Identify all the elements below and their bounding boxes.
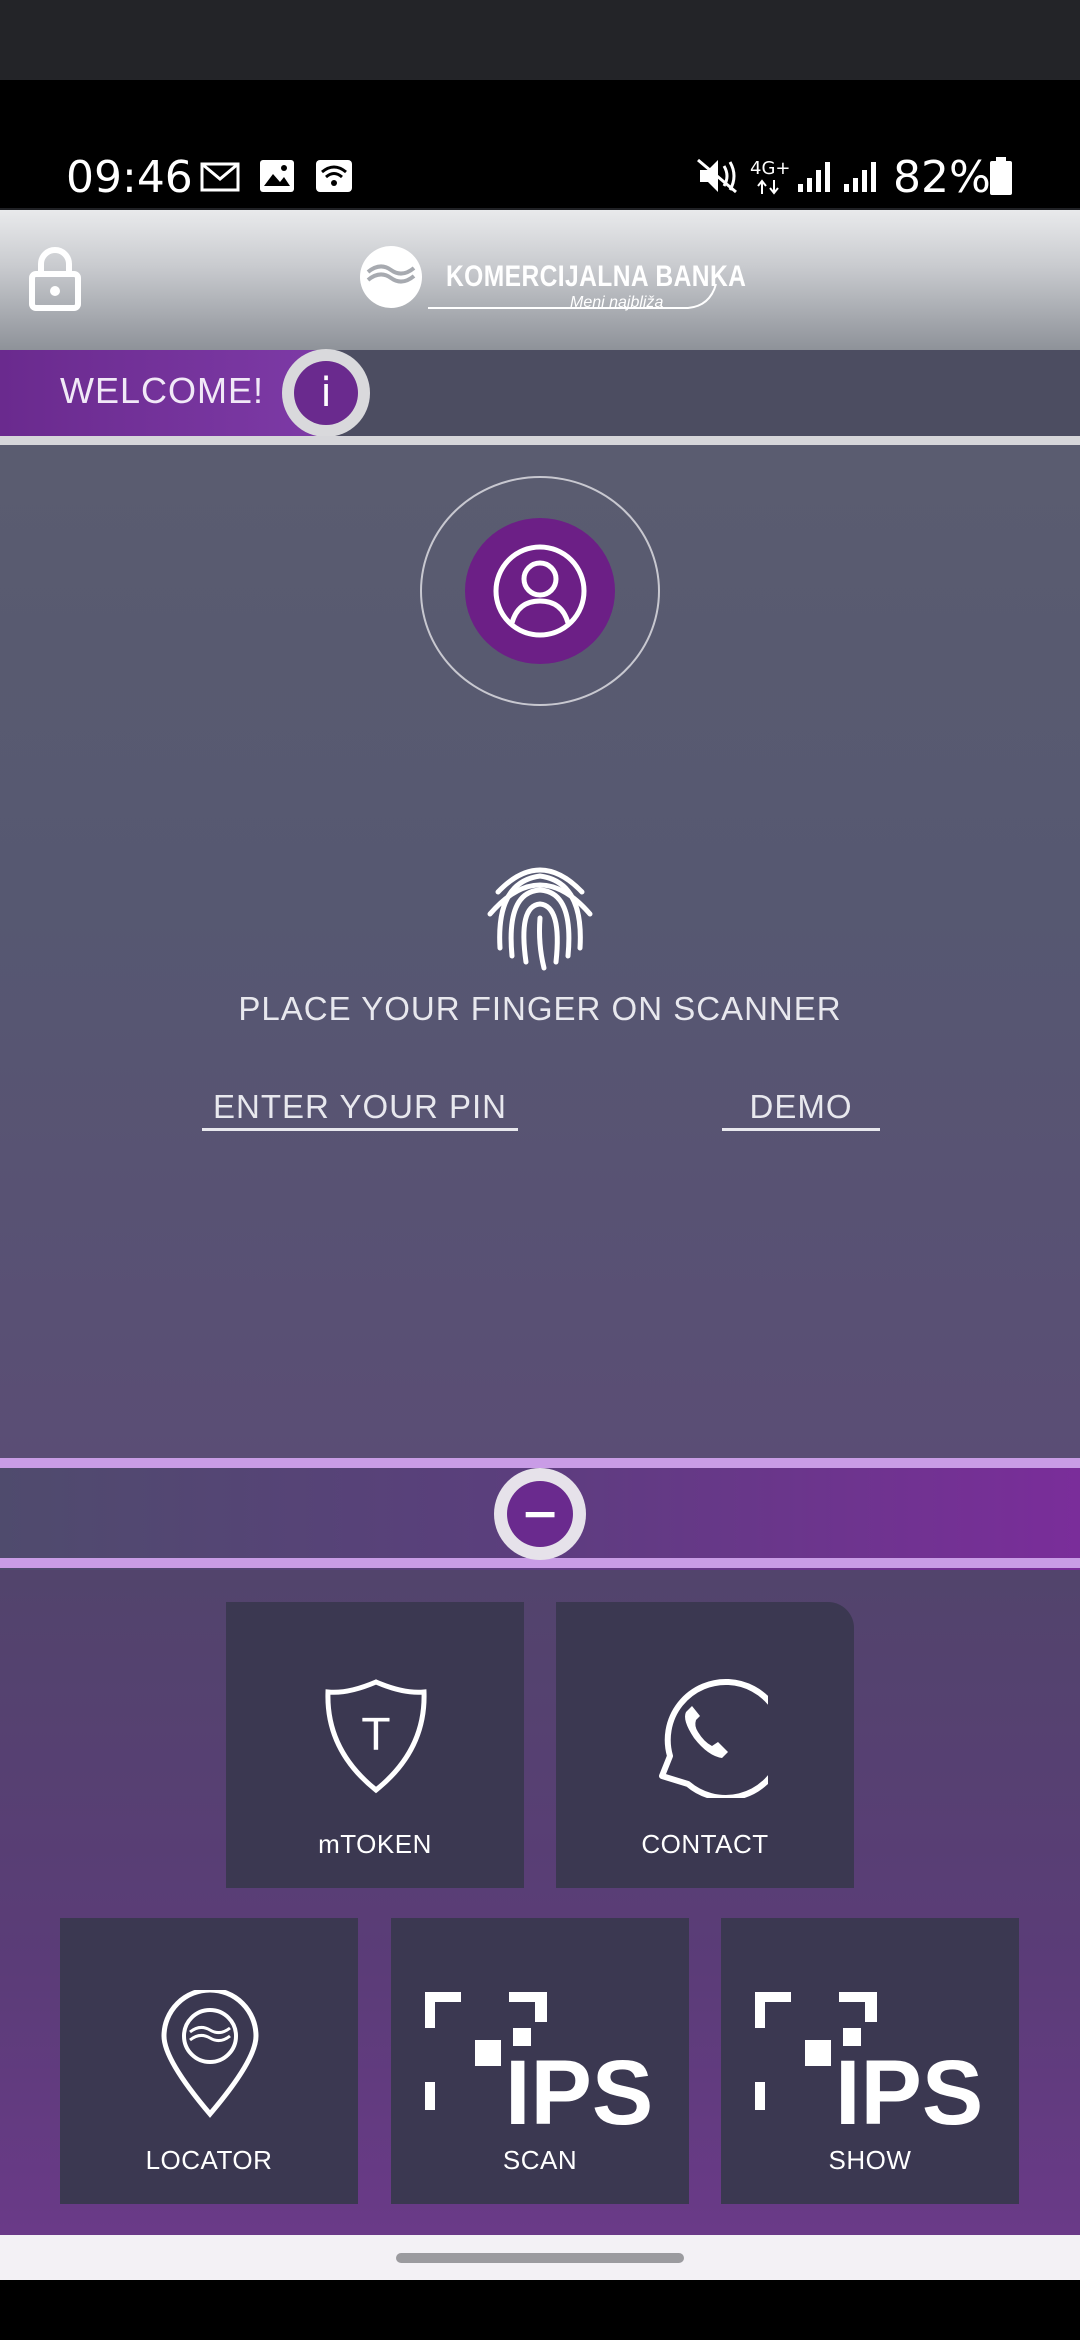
top-letterbox [0, 0, 1080, 80]
home-gesture-handle[interactable] [396, 2253, 684, 2263]
location-pin-icon [161, 1990, 259, 2118]
tile-label: SHOW [828, 2145, 912, 2175]
info-icon[interactable]: i [294, 361, 358, 425]
battery-percent: 82% [893, 152, 991, 203]
ips-glyph: IPS [835, 2042, 983, 2132]
wifi-calling-icon [316, 160, 352, 192]
data-arrows-icon [757, 179, 779, 195]
battery-icon [990, 157, 1012, 195]
tile-label: SCAN [502, 2145, 578, 2175]
tile-contact[interactable]: CONTACT [556, 1602, 854, 1888]
signal-icon-2 [844, 162, 876, 192]
mute-icon [697, 158, 737, 194]
mail-icon [200, 162, 240, 192]
shield-token-icon: T [325, 1679, 427, 1794]
tile-ips-show[interactable]: IPS SHOW [721, 1918, 1019, 2204]
band-top-line [0, 1458, 1080, 1468]
demo-link[interactable]: DEMO [722, 1088, 880, 1131]
minus-icon[interactable]: − [507, 1481, 573, 1547]
welcome-text: WELCOME! [60, 370, 265, 411]
welcome-divider [0, 436, 1080, 445]
tile-ips-scan[interactable]: IPS SCAN [391, 1918, 689, 2204]
image-icon [260, 160, 294, 192]
tile-label: CONTACT [641, 1829, 769, 1859]
ips-show-icon: IPS [755, 1992, 983, 2132]
lock-icon[interactable] [28, 246, 82, 312]
bank-logo-icon [360, 246, 422, 308]
signal-icon [798, 162, 830, 192]
token-glyph: T [362, 1710, 390, 1761]
enter-pin-link[interactable]: ENTER YOUR PIN [202, 1088, 518, 1131]
user-profile-icon [493, 544, 587, 638]
phone-icon [659, 1678, 768, 1798]
bottom-letterbox [0, 2280, 1080, 2340]
ips-glyph: IPS [505, 2042, 653, 2132]
ips-scan-icon: IPS [425, 1992, 653, 2132]
status-time: 09:46 [66, 152, 193, 203]
fingerprint-instruction: PLACE YOUR FINGER ON SCANNER [238, 990, 842, 1027]
tile-label: mTOKEN [318, 1829, 432, 1859]
tile-label: LOCATOR [145, 2145, 273, 2175]
brand-swoosh [428, 283, 717, 309]
network-type: 4G+ [750, 158, 791, 179]
tile-mtoken[interactable]: T mTOKEN [226, 1602, 524, 1888]
tile-locator[interactable]: LOCATOR [60, 1918, 358, 2204]
fingerprint-icon[interactable] [478, 852, 602, 976]
